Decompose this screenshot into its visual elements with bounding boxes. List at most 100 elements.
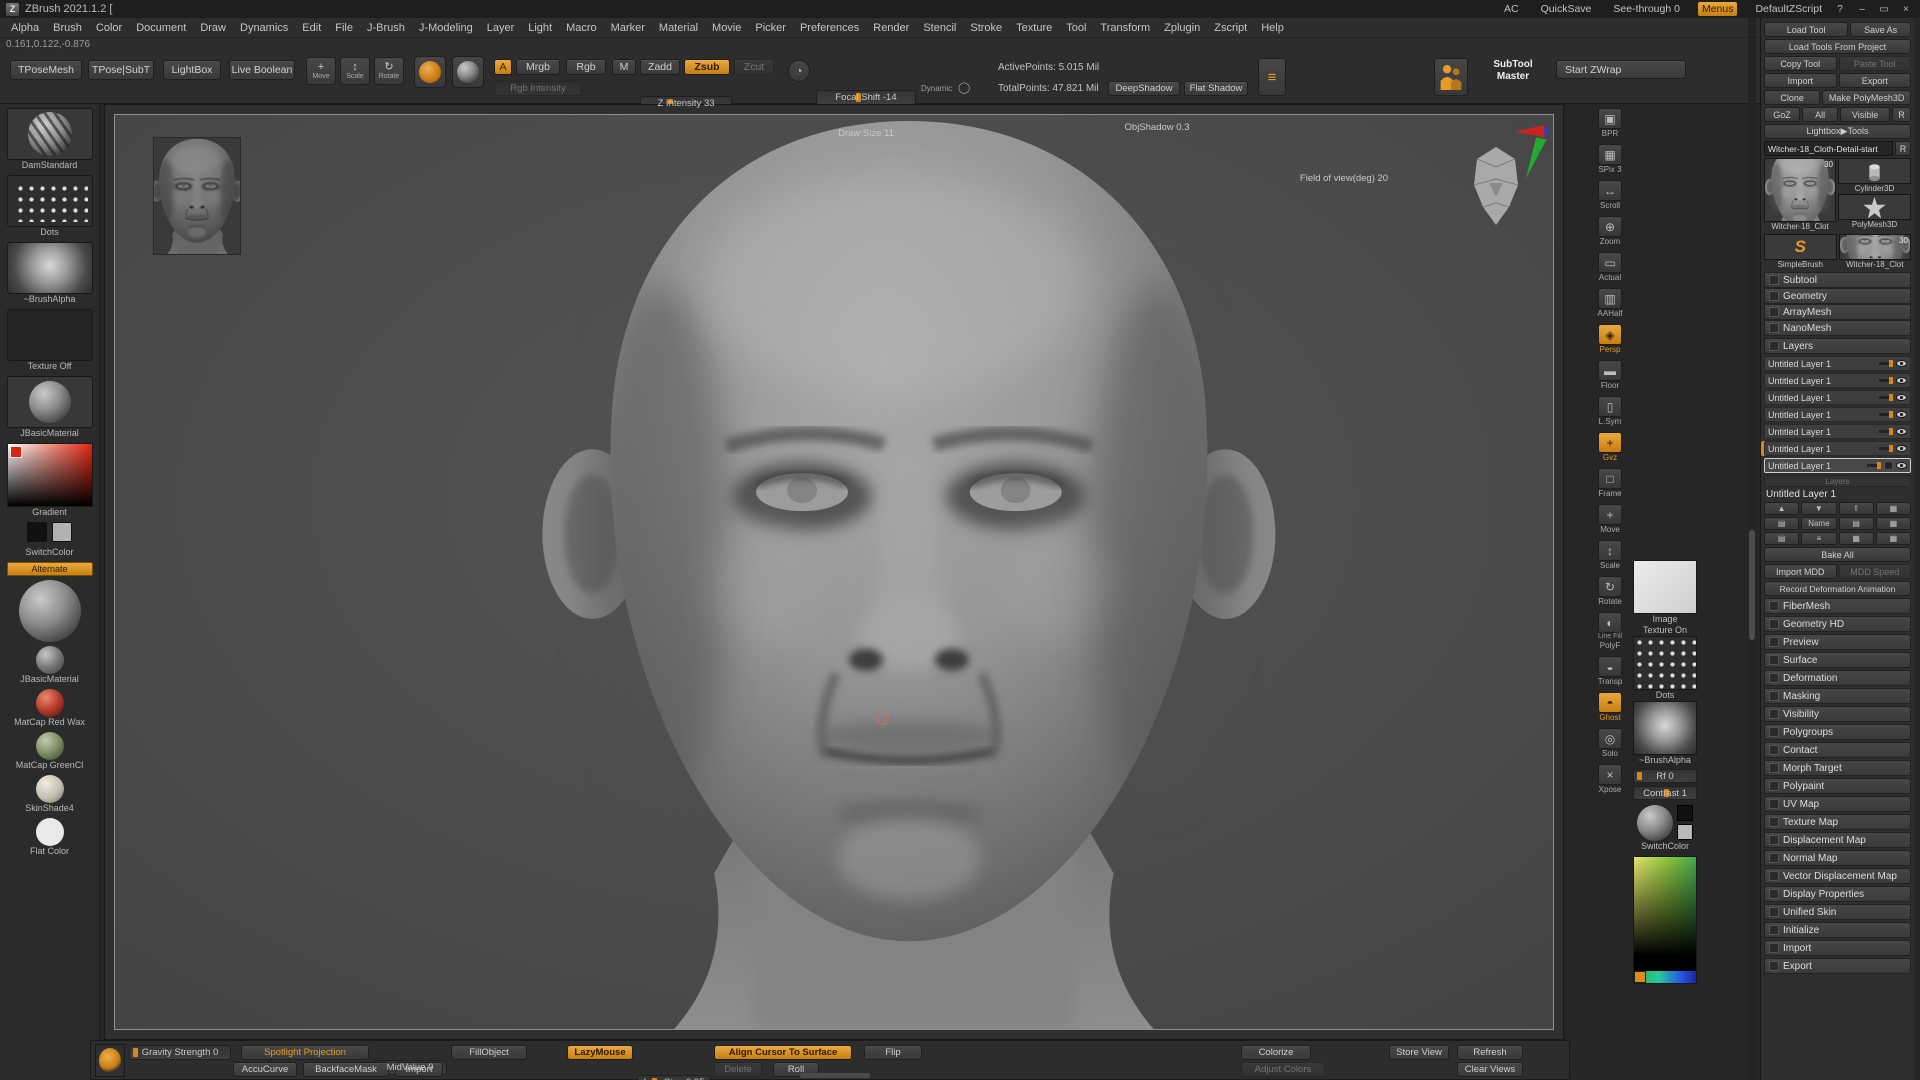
color-swatch[interactable]: A [494,59,512,75]
mrgb-button[interactable]: Mrgb [516,59,560,75]
spotlight-projection-button[interactable]: Spotlight Projection [241,1045,369,1060]
main-color-swatch[interactable] [27,522,47,542]
layer-tool-button[interactable]: ▦ [1839,532,1874,545]
material-item[interactable]: JBasicMaterial [6,646,94,685]
clear-views-button[interactable]: Clear Views [1457,1062,1523,1077]
lazymouse-button[interactable]: LazyMouse [567,1045,633,1060]
zadd-button[interactable]: Zadd [640,59,680,75]
cylinder3d-thumb[interactable] [1838,158,1911,184]
dynamic-label[interactable]: Dynamic [921,84,952,93]
tool-palette-scrollbar[interactable] [1748,18,1756,1080]
section-header[interactable]: Display Properties [1764,886,1911,902]
start-zwrap-button[interactable]: Start ZWrap [1556,60,1686,79]
store-view-button[interactable]: Store View [1389,1045,1449,1060]
alpha-slot[interactable]: ~BrushAlpha [1630,701,1700,766]
layer-row[interactable]: Untitled Layer 1 [1764,441,1911,456]
section-header[interactable]: Texture Map [1764,814,1911,830]
m-button[interactable]: M [612,59,636,75]
visibility-eye-icon[interactable] [1896,394,1907,401]
material-item[interactable]: Flat Color [6,818,94,857]
secondary-color-swatch[interactable] [1677,824,1693,840]
mdd-speed-button[interactable]: MDD Speed [1839,564,1912,579]
bottom-scrollbar-nub[interactable] [800,1073,870,1078]
section-header[interactable]: Displacement Map [1764,832,1911,848]
section-header[interactable]: UV Map [1764,796,1911,812]
texture-on-label[interactable]: Texture On [1630,625,1700,636]
refresh-button[interactable]: Refresh [1457,1045,1523,1060]
clone-button[interactable]: Clone [1764,90,1820,105]
lightbox-button[interactable]: LightBox [163,60,221,80]
subtool-master-button[interactable]: SubTool Master [1474,59,1552,83]
menu-item[interactable]: Tool [1059,20,1093,36]
right-shelf-button[interactable]: ▥ AAHalf [1592,288,1628,318]
layer-tool-button[interactable]: ≡ [1801,532,1836,545]
menu-item[interactable]: Help [1254,20,1291,36]
adjust-colors-button[interactable]: Adjust Colors [1241,1062,1325,1077]
alpha-selector[interactable]: ~BrushAlpha [6,242,94,305]
accucurve-button[interactable]: AccuCurve [233,1062,297,1077]
gravity-preview-icon[interactable] [95,1044,125,1077]
zcut-button[interactable]: Zcut [734,59,774,75]
document-area[interactable] [114,114,1554,1030]
layer-intensity-slider[interactable] [1879,379,1893,382]
layer-tool-button[interactable]: ▦ [1876,532,1911,545]
axis-gizmo[interactable] [1513,123,1551,185]
right-shelf-button[interactable]: ↔ Scroll [1592,180,1628,210]
right-shelf-button[interactable]: □ Frame [1592,468,1628,498]
section-header[interactable]: Preview [1764,634,1911,650]
section-header[interactable]: NanoMesh [1764,320,1911,336]
goz-all-button[interactable]: All [1802,107,1838,122]
section-header[interactable]: Morph Target [1764,760,1911,776]
menu-item[interactable]: Picker [748,20,793,36]
current-material-button[interactable] [452,56,484,88]
right-shelf-button[interactable]: ◐ Line Fill PolyF [1592,612,1628,650]
titlebar-button[interactable]: QuickSave [1537,2,1596,16]
menu-item[interactable]: Edit [295,20,328,36]
section-header[interactable]: Deformation [1764,670,1911,686]
deepshadow-button[interactable]: DeepShadow [1108,81,1180,96]
layer-tool-button[interactable]: ▦ [1876,517,1911,530]
layer-tool-button[interactable]: Name [1801,517,1836,530]
menu-item[interactable]: Document [129,20,193,36]
align-cursor-button[interactable]: Align Cursor To Surface [714,1045,852,1060]
stroke-slot[interactable]: Dots [1630,636,1700,701]
restore-icon[interactable]: ▭ [1876,3,1892,16]
right-shelf-button[interactable]: ↕ Scale [1592,540,1628,570]
material-item[interactable]: MatCap Red Wax [6,689,94,728]
layer-row[interactable]: Untitled Layer 1 [1764,458,1911,473]
visibility-eye-icon[interactable] [1896,411,1907,418]
layer-row[interactable]: Untitled Layer 1 [1764,424,1911,439]
titlebar-button[interactable]: AC [1500,2,1523,16]
spotlight-icon[interactable]: ≡ [1258,58,1286,96]
texture-selector[interactable]: Texture Off [6,309,94,372]
section-header[interactable]: Contact [1764,742,1911,758]
switch-color[interactable]: SwitchColor [6,522,94,558]
right-shelf-button[interactable]: + Gvz [1592,432,1628,462]
right-shelf-button[interactable]: ▣ BPR [1592,108,1628,138]
color-picker[interactable]: Gradient [6,443,94,518]
import-mdd-button[interactable]: Import MDD [1764,564,1837,579]
gravity-strength-slider[interactable]: Gravity Strength 0 [129,1045,231,1060]
right-shelf-button[interactable]: ▭ Actual [1592,252,1628,282]
right-shelf-button[interactable]: ▬ Floor [1592,360,1628,390]
layer-tool-button[interactable]: ▤ [1764,517,1799,530]
menu-item[interactable]: Material [652,20,705,36]
layer-row[interactable]: Untitled Layer 1 [1764,390,1911,405]
rotate-button[interactable]: ↻ Rotate [374,57,404,85]
backfacemask-button[interactable]: BackfaceMask [303,1062,389,1077]
lightbox-tools-button[interactable]: Lightbox▶Tools [1764,124,1911,139]
titlebar-button[interactable]: Menus [1698,2,1738,16]
section-header[interactable]: Visibility [1764,706,1911,722]
sculpt-head-render[interactable] [115,115,1553,1029]
active-tool-thumb[interactable]: 30 Witcher-18_Clot [1764,158,1836,232]
right-shelf-button[interactable]: + Move [1592,504,1628,534]
visibility-eye-icon[interactable] [1896,428,1907,435]
section-header[interactable]: Import [1764,940,1911,956]
section-header[interactable]: Surface [1764,652,1911,668]
colorize-button[interactable]: Colorize [1241,1045,1311,1060]
export-button[interactable]: Export [1839,73,1912,88]
tray-switchcolor[interactable] [1677,805,1693,841]
menu-item[interactable]: J-Modeling [412,20,480,36]
section-header[interactable]: Normal Map [1764,850,1911,866]
menu-item[interactable]: Texture [1009,20,1059,36]
